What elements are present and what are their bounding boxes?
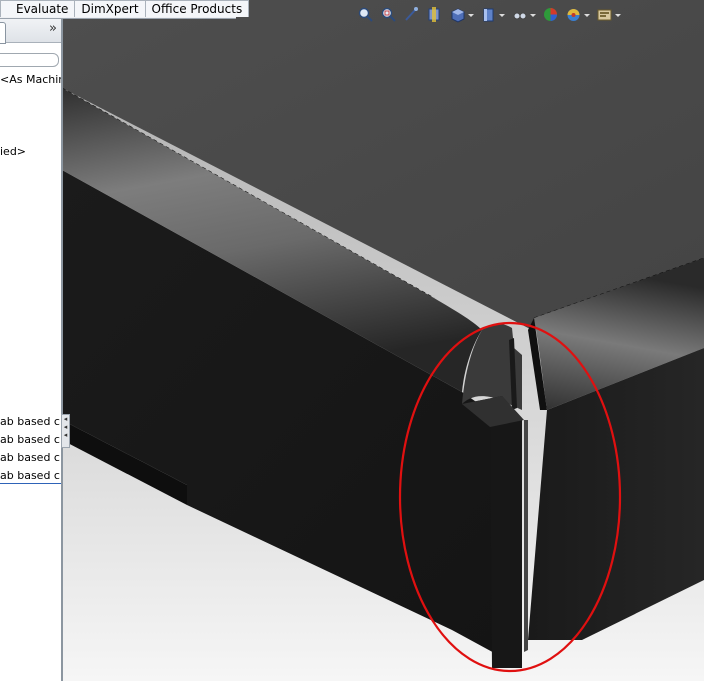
configuration-row[interactable]: ab based cntr (0, 414, 61, 429)
edit-appearance-icon[interactable] (542, 6, 559, 23)
tab-dimxpert[interactable]: DimXpert (74, 0, 146, 17)
hide-show-items-icon[interactable] (511, 6, 536, 23)
tab-office-products[interactable]: Office Products (144, 0, 250, 17)
view-settings-icon[interactable] (596, 6, 621, 23)
lip-edge (524, 420, 528, 652)
feature-manager-panel: » <As Machined ied> ab based cntr ab bas… (0, 18, 63, 681)
tree-item-configuration[interactable]: <As Machined (0, 73, 61, 87)
zoom-to-fit-icon[interactable] (357, 6, 374, 23)
section-view-icon[interactable] (426, 6, 443, 23)
tab-evaluate[interactable]: Evaluate (0, 0, 76, 17)
view-orientation-icon[interactable] (449, 6, 474, 23)
graphics-viewport[interactable] (62, 0, 704, 681)
zoom-to-area-icon[interactable] (380, 6, 397, 23)
expand-panel-icon[interactable]: » (49, 21, 57, 36)
panel-header: » (0, 18, 61, 44)
tree-item-derived[interactable]: ied> (0, 145, 26, 159)
configuration-row-selected[interactable]: ab based cntr (0, 468, 61, 484)
model-render (62, 0, 704, 681)
command-manager-tabs: Evaluate DimXpert Office Products (0, 0, 250, 19)
configuration-row[interactable]: ab based cntr (0, 432, 61, 447)
view-toolbar (357, 4, 627, 24)
apply-scene-icon[interactable] (565, 6, 590, 23)
previous-view-icon[interactable] (403, 6, 420, 23)
filter-input[interactable] (0, 53, 59, 67)
configuration-row[interactable]: ab based cntr (0, 450, 61, 465)
panel-splitter-handle[interactable]: ◂ ◂ ◂ (61, 414, 70, 448)
panel-tab-fragment[interactable] (0, 22, 6, 44)
display-style-icon[interactable] (480, 6, 505, 23)
